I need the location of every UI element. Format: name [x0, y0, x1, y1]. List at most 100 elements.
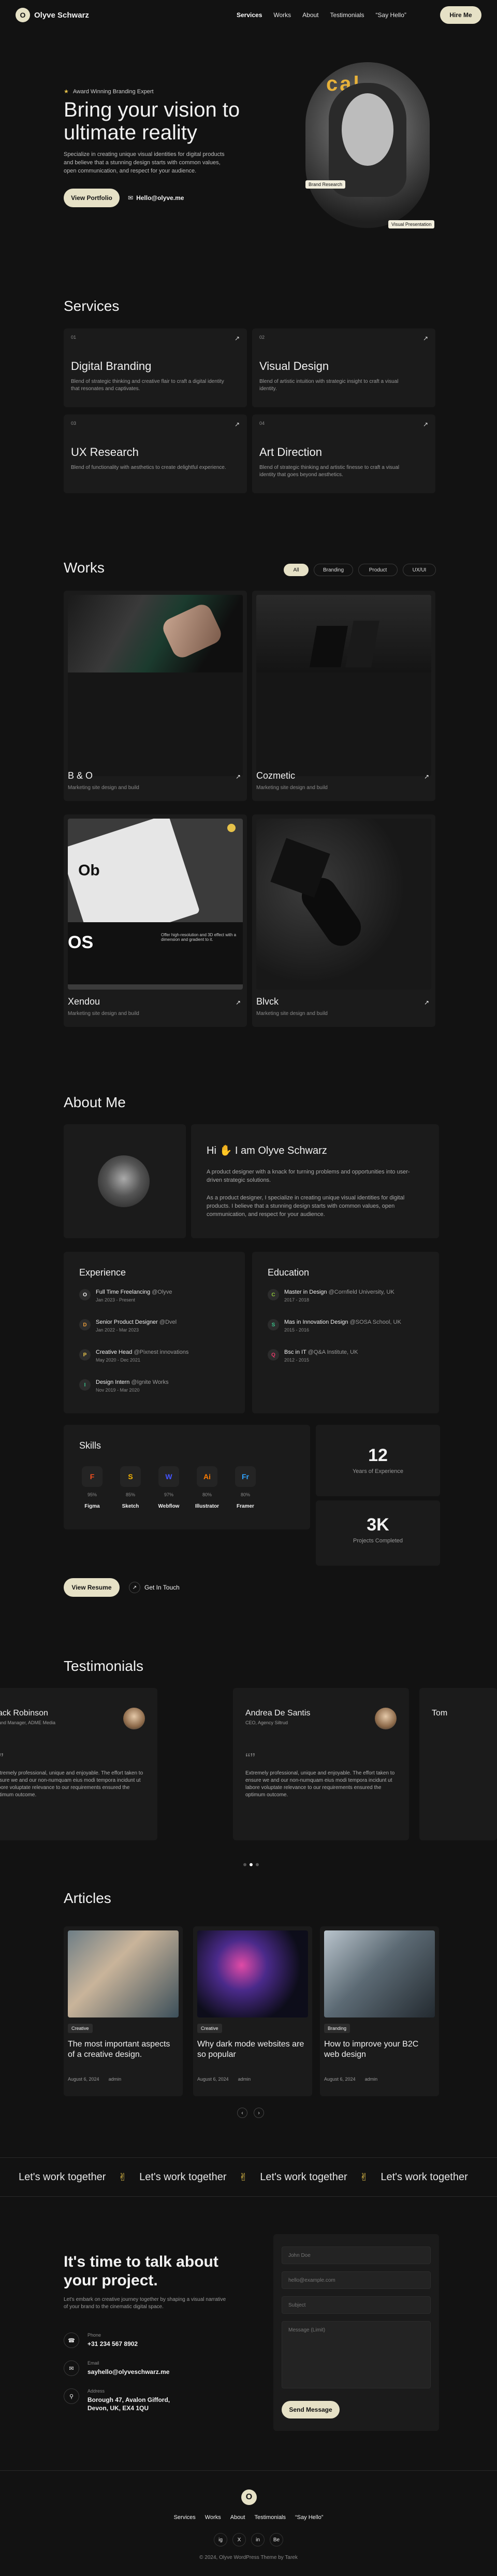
edu-dates: 2015 - 2016	[284, 1327, 310, 1333]
service-number: 03	[71, 421, 77, 426]
stat-number: 3K	[367, 1515, 389, 1535]
mock-text: OS	[68, 933, 94, 952]
service-title: Art Direction	[259, 446, 323, 459]
filter-branding[interactable]: Branding	[314, 564, 353, 576]
behance-icon[interactable]: Be	[270, 2533, 283, 2546]
stat-card: 3K Projects Completed	[316, 1500, 440, 1566]
skills-card: Skills F 95% Figma S 85% Sketch W 97% Webflow …	[64, 1425, 310, 1529]
linkedin-icon[interactable]: in	[251, 2533, 265, 2546]
filter-all[interactable]: All	[284, 564, 309, 576]
work-card[interactable]: Ob OS Offer high-resolution and 3D effec…	[64, 814, 247, 1027]
skills-title: Skills	[79, 1440, 101, 1451]
article-date: August 6, 2024	[324, 2077, 356, 2082]
service-card[interactable]: 02 ↗ Visual Design Blend of artistic intu…	[252, 328, 435, 407]
experience-title: Experience	[79, 1267, 126, 1278]
email-field[interactable]	[282, 2271, 431, 2289]
edu-org: @Q&A Institute, UK	[308, 1349, 358, 1355]
view-resume-button[interactable]: View Resume	[64, 1578, 120, 1597]
nav-testimonials[interactable]: Testimonials	[330, 11, 364, 19]
message-field[interactable]	[282, 2321, 431, 2388]
get-in-touch-link[interactable]: ↗ Get In Touch	[129, 1582, 180, 1593]
nav-works[interactable]: Works	[273, 11, 291, 19]
article-tag: Creative	[197, 2024, 222, 2033]
arrow-up-right-icon: ↗	[235, 999, 241, 1006]
nav-say-hello[interactable]: “Say Hello”	[376, 11, 406, 19]
footer-nav-about[interactable]: About	[230, 2514, 245, 2521]
pagination-dot-active[interactable]	[250, 1863, 253, 1866]
testimonial-text: Extremely professional, unique and enjoy…	[0, 1770, 143, 1798]
testimonial-text: Extremely professional, unique and enjoy…	[245, 1770, 395, 1798]
article-author: admin	[108, 2077, 122, 2082]
brand[interactable]: O Olyve Schwarz	[16, 8, 89, 22]
contact-email: ✉ Email sayhello@olyveschwarz.me	[64, 2360, 169, 2376]
education-item: C Master in Design @Cornfield University,…	[268, 1289, 394, 1303]
filter-ux-ui[interactable]: UX/UI	[403, 564, 436, 576]
work-card[interactable]: Cozmetic Marketing site design and build…	[252, 591, 435, 801]
service-title: UX Research	[71, 446, 139, 459]
testimonial-card: Andrea De Santis CEO, Agency Siltrud “” …	[233, 1688, 409, 1840]
service-card[interactable]: 01 ↗ Digital Branding Blend of strategic …	[64, 328, 247, 407]
send-message-button[interactable]: Send Message	[282, 2401, 340, 2418]
phone-value[interactable]: +31 234 567 8902	[87, 2340, 138, 2348]
stat-label: Projects Completed	[353, 1538, 403, 1544]
hero-description: Specialize in creating unique visual ide…	[64, 151, 225, 174]
phone-icon: ☎	[64, 2332, 79, 2348]
instagram-icon[interactable]: ig	[214, 2533, 227, 2546]
article-card[interactable]: Branding How to improve your B2C web des…	[320, 1926, 439, 2096]
service-description: Blend of strategic thinking and creative…	[71, 379, 224, 392]
work-title: Xendou	[68, 996, 100, 1007]
hero-badge: ★ Award Winning Branding Expert	[64, 88, 154, 95]
work-subtitle: Marketing site design and build	[256, 1011, 328, 1017]
hire-me-button[interactable]: Hire Me	[440, 6, 481, 24]
about-paragraph-2: As a product designer, I specialize in c…	[207, 1195, 405, 1218]
site-footer: O Services Works About Testimonials “Say…	[0, 2470, 497, 2576]
contact-title: It's time to talk about your project.	[64, 2253, 218, 2289]
footer-nav-works[interactable]: Works	[205, 2514, 221, 2521]
email-value[interactable]: sayhello@olyveschwarz.me	[87, 2368, 169, 2376]
next-arrow-icon[interactable]: ›	[254, 2108, 264, 2118]
education-item: Q Bsc in IT @Q&A Institute, UK 2012 - 2015	[268, 1349, 358, 1363]
work-card[interactable]: Blvck Marketing site design and build ↗	[252, 814, 435, 1027]
hero-email-link[interactable]: ✉ Hello@olyve.me	[128, 194, 184, 202]
hero-email-text: Hello@olyve.me	[136, 194, 184, 202]
exp-org: @Pixnest innovations	[134, 1349, 189, 1355]
prev-arrow-icon[interactable]: ‹	[237, 2108, 247, 2118]
contact-form: Send Message	[273, 2234, 439, 2431]
footer-nav-say-hello[interactable]: “Say Hello”	[295, 2514, 323, 2521]
footer-logo-icon[interactable]: O	[241, 2489, 257, 2505]
work-title: Cozmetic	[256, 770, 296, 781]
article-card[interactable]: Creative Why dark mode websites are so p…	[193, 1926, 312, 2096]
about-name-line: I am Olyve Schwarz	[235, 1145, 327, 1156]
view-portfolio-button[interactable]: View Portfolio	[64, 189, 120, 207]
name-field[interactable]	[282, 2246, 431, 2264]
work-card[interactable]: B & O Marketing site design and build ↗	[64, 591, 247, 801]
edu-dates: 2012 - 2015	[284, 1357, 310, 1363]
arrow-up-right-icon: ↗	[234, 421, 240, 428]
footer-nav-testimonials[interactable]: Testimonials	[254, 2514, 286, 2521]
service-card[interactable]: 04 ↗ Art Direction Blend of strategic thi…	[252, 414, 435, 493]
nav-about[interactable]: About	[302, 11, 318, 19]
article-title: The most important aspects of a creative…	[68, 2040, 170, 2059]
work-subtitle: Marketing site design and build	[68, 1011, 139, 1017]
skill-item: F 95% Figma	[79, 1466, 105, 1509]
pagination-dot[interactable]	[243, 1863, 246, 1866]
quote-icon: “”	[245, 1750, 255, 1766]
article-author: admin	[238, 2077, 251, 2082]
footer-nav-services[interactable]: Services	[174, 2514, 196, 2521]
work-image: Ob OS Offer high-resolution and 3D effec…	[68, 819, 243, 990]
experience-item: O Full Time Freelancing @Olyve Jan 2023 - …	[79, 1289, 172, 1303]
works-filters: All Branding Product UX/UI	[284, 564, 436, 576]
services-title: Services	[64, 298, 120, 314]
nav-services[interactable]: Services	[237, 11, 262, 19]
articles-nav: ‹ ›	[237, 2108, 264, 2118]
service-card[interactable]: 03 ↗ UX Research Blend of functionality w…	[64, 414, 247, 493]
article-card[interactable]: Creative The most important aspects of a…	[64, 1926, 183, 2096]
pagination-dot[interactable]	[256, 1863, 259, 1866]
subject-field[interactable]	[282, 2296, 431, 2314]
service-title: Digital Branding	[71, 360, 152, 373]
exp-role: Senior Product Designer	[96, 1319, 158, 1325]
hero-actions: View Portfolio ✉ Hello@olyve.me	[64, 189, 184, 207]
filter-product[interactable]: Product	[358, 564, 398, 576]
x-icon[interactable]: X	[232, 2533, 246, 2546]
arrow-up-right-icon: ↗	[423, 773, 429, 780]
